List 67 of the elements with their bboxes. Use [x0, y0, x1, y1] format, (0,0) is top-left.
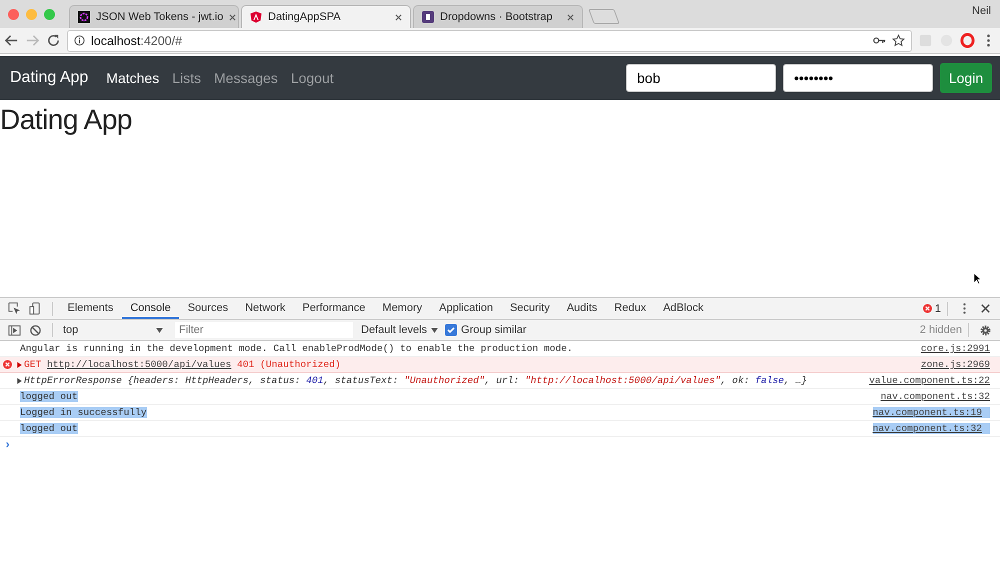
filter-field[interactable]: Filter — [175, 322, 353, 338]
clear-icon[interactable] — [29, 324, 42, 336]
devtools-tab[interactable]: Redux — [606, 298, 655, 319]
address-field[interactable]: localhost:4200/# — [67, 30, 912, 52]
checkbox-label[interactable]: Group similar — [461, 324, 526, 336]
close-tab-icon[interactable] — [567, 14, 574, 20]
login-button[interactable]: Login — [940, 63, 992, 93]
devtools-tab[interactable]: AdBlock — [654, 298, 712, 319]
source-link[interactable]: nav.component.ts:32 — [880, 391, 990, 402]
devtools-tab[interactable]: Performance — [294, 298, 374, 319]
devtools-tab[interactable]: Sources — [179, 298, 237, 319]
hidden-count: 2 hidden — [920, 324, 962, 336]
nav-link[interactable]: Lists — [172, 70, 201, 86]
nav-link[interactable]: Logout — [290, 70, 334, 86]
square-icon — [422, 11, 434, 23]
source-link[interactable]: nav.component.ts:19 — [872, 407, 990, 418]
devtools-tab[interactable]: Security — [501, 298, 558, 319]
expand-icon[interactable] — [17, 362, 22, 368]
brand-link[interactable]: Dating App — [10, 69, 88, 87]
info-icon — [74, 35, 85, 46]
checkbox[interactable] — [445, 324, 458, 336]
console-message: logged out — [20, 391, 78, 402]
sidebar-icon[interactable] — [8, 324, 21, 336]
devtools-tab[interactable]: Elements — [59, 298, 122, 319]
inspect-icon[interactable] — [8, 302, 21, 315]
devtools-tab[interactable]: Memory — [374, 298, 431, 319]
context-dropdown[interactable]: top — [59, 324, 167, 336]
caret-icon — [431, 328, 438, 332]
expand-icon[interactable] — [17, 378, 22, 384]
browser-tab[interactable]: Dropdowns · Bootstrap — [413, 5, 583, 28]
console-prompt[interactable]: › — [4, 438, 12, 452]
source-link[interactable]: zone.js:2969 — [920, 359, 990, 370]
close-tab-icon[interactable] — [229, 14, 236, 20]
nav-link[interactable]: Messages — [214, 70, 278, 86]
source-link[interactable]: core.js:2991 — [920, 343, 990, 354]
caret-icon — [156, 328, 163, 332]
back-icon[interactable] — [4, 33, 19, 48]
console-message: HttpErrorResponse {headers: HttpHeaders, status: 401, statusText: "Unauthorized", url: "http://localhost:5000/api/values", ok: false, …} — [24, 375, 808, 386]
page-heading: Dating App — [0, 104, 133, 136]
devtools-tab[interactable]: Audits — [558, 298, 606, 319]
levels-dropdown[interactable]: Default levels — [361, 324, 438, 336]
console-message: GET http://localhost:5000/api/values 401 (Unauthorized) — [24, 359, 341, 370]
mouse-pointer-icon — [973, 272, 982, 285]
console-message: Angular is running in the development mode. Call enableProdMode() to enable the production mode. — [20, 343, 573, 354]
profile-name[interactable]: Neil — [972, 5, 991, 17]
username-field[interactable]: bob — [626, 64, 776, 92]
starburst-icon — [78, 11, 90, 23]
close-icon[interactable] — [979, 302, 992, 315]
password-field[interactable]: •••••••• — [783, 64, 933, 92]
source-link[interactable]: nav.component.ts:32 — [872, 423, 990, 434]
close-tab-icon[interactable] — [395, 14, 402, 20]
nav-link[interactable]: Matches — [106, 70, 160, 86]
settings-icon[interactable] — [979, 324, 992, 336]
opera-icon[interactable] — [960, 33, 975, 48]
device-icon[interactable] — [29, 302, 42, 315]
console-message: Logged in successfully — [20, 407, 147, 418]
browser-tab[interactable]: JSON Web Tokens - jwt.io — [69, 5, 239, 28]
source-link[interactable]: value.component.ts:22 — [869, 375, 990, 386]
error-count[interactable]: 1 — [922, 302, 941, 314]
shield-icon — [250, 11, 262, 23]
browser-tab[interactable]: DatingAppSPA — [241, 5, 411, 28]
console-message: logged out — [20, 423, 78, 434]
reload-icon[interactable] — [46, 33, 61, 48]
error-icon — [3, 360, 12, 369]
devtools-tab[interactable]: Network — [236, 298, 294, 319]
star-icon[interactable] — [892, 34, 905, 47]
devtools-tab[interactable]: Application — [430, 298, 502, 319]
